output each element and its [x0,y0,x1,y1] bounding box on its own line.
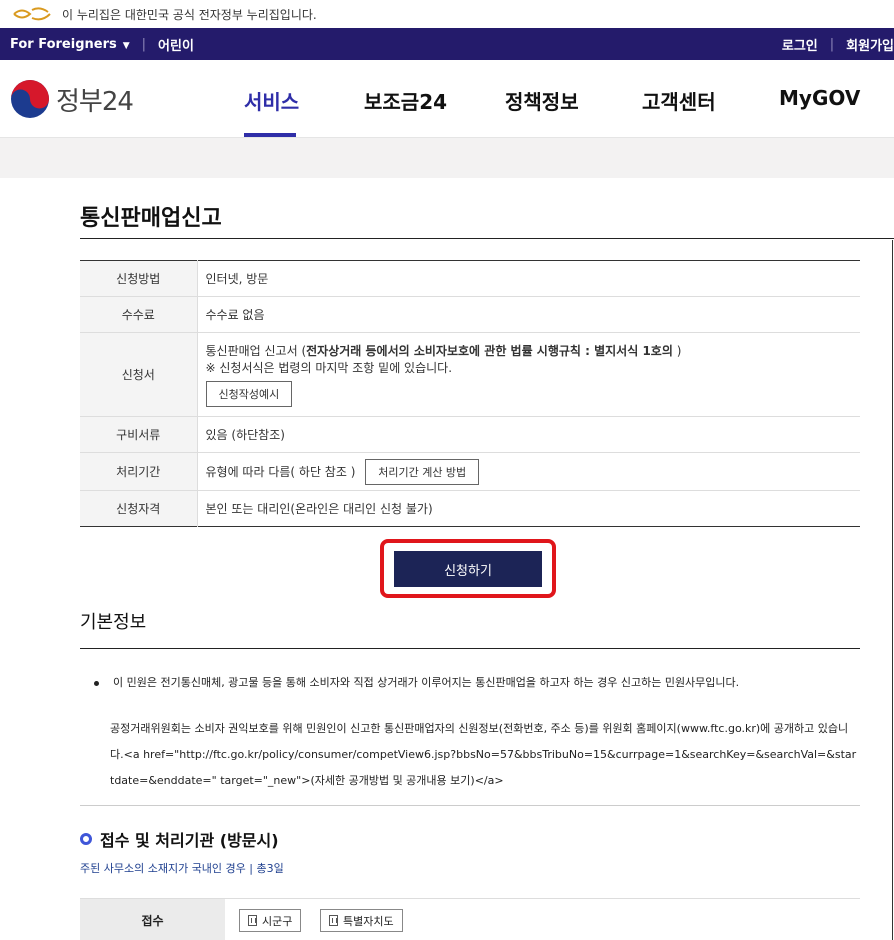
page-title: 통신판매업신고 [80,178,894,239]
table-row: 수수료 수수료 없음 [80,296,860,333]
table-row: 신청자격 본인 또는 대리인(온라인은 대리인 신청 불가) [80,490,860,527]
row-label: 신청서 [80,332,198,417]
row-label: 수수료 [80,296,198,333]
official-site-notice: 이 누리집은 대한민국 공식 전자정부 누리집입니다. [0,0,894,28]
kids-link[interactable]: 어린이 [158,35,194,54]
form-law-name: 전자상거래 등에서의 소비자보호에 관한 법률 시행규칙 : 별지서식 1호의 [306,343,673,358]
basic-info-paragraph: 공정거래위원회는 소비자 권익보호를 위해 민원인이 신고한 통신판매업자의 신… [110,722,857,787]
login-link[interactable]: 로그인 [782,35,818,54]
divider [80,805,860,806]
utility-bar: For Foreigners ▼ | 어린이 로그인 | 회원가입 [0,28,894,60]
row-label: 구비서류 [80,416,198,453]
for-foreigners-menu[interactable]: For Foreigners ▼ [10,37,130,52]
taegeuk-logo-icon [11,80,49,118]
apply-button[interactable]: 신청하기 [394,551,542,587]
nav-subsidy24[interactable]: 보조금24 [364,86,447,115]
basic-info-heading: 기본정보 [80,612,147,633]
breadcrumb-band [0,138,894,178]
form-note: ※ 신청서식은 법령의 마지막 조항 밑에 있습니다. [205,360,453,375]
e-government-logo-icon [13,7,51,21]
basic-info-bullet: 이 민원은 전기통신매체, 광고물 등을 통해 소비자와 직접 상거래가 이루어… [94,674,739,690]
main-header: 서비스 보조금24 정책정보 고객센터 MyGOV 정부24 [0,60,894,138]
divider [80,648,860,649]
main-content: 통신판매업신고 신청방법 인터넷, 방문 수수료 수수료 없음 신청서 통신판매… [80,178,894,940]
active-nav-underline [244,133,296,137]
table-row: 처리기간 유형에 따라 다름( 하단 참조 ) 처리기간 계산 방법 [80,452,860,491]
service-info-table: 신청방법 인터넷, 방문 수수료 수수료 없음 신청서 통신판매업 신고서 (전… [80,260,860,527]
notice-text: 이 누리집은 대한민국 공식 전자정부 누리집입니다. [62,7,317,22]
form-example-button[interactable]: 신청작성예시 [205,380,293,407]
apply-button-highlight: 신청하기 [380,539,556,598]
reception-sigungu-button[interactable]: 시군구 [239,909,302,932]
table-row: 구비서류 있음 (하단참조) [80,416,860,453]
office-heading: 접수 및 처리기관 (방문시) [80,827,279,851]
brand-name: 정부24 [56,86,134,117]
signup-link[interactable]: 회원가입 [846,35,894,54]
office-subtitle: 주된 사무소의 소재지가 국내인 경우 | 총3일 [80,862,284,875]
circle-bullet-icon [80,833,92,845]
reception-special-province-button[interactable]: 특별자치도 [320,909,403,932]
building-icon [329,915,338,926]
building-icon [248,915,257,926]
row-value: 있음 (하단참조) [197,416,860,453]
global-nav: 서비스 보조금24 정책정보 고객센터 MyGOV [0,60,894,138]
nav-mygov[interactable]: MyGOV [779,86,860,110]
reception-row: 접수 시군구 특별자치도 [80,898,860,940]
row-label: 신청자격 [80,490,198,527]
nav-policy-info[interactable]: 정책정보 [505,86,579,115]
nav-services[interactable]: 서비스 [244,86,299,115]
reception-label: 접수 [80,899,225,940]
bullet-icon [94,680,99,686]
row-value: 본인 또는 대리인(온라인은 대리인 신청 불가) [205,502,433,516]
content-right-border [892,240,893,940]
site-logo[interactable]: 정부24 [10,79,134,119]
row-value: 인터넷, 방문 [197,260,860,297]
table-row: 신청서 통신판매업 신고서 (전자상거래 등에서의 소비자보호에 관한 법률 시… [80,332,860,417]
row-label: 처리기간 [80,452,198,491]
processing-period-button[interactable]: 처리기간 계산 방법 [365,458,480,485]
row-value: 유형에 따라 다름( 하단 참조 ) [205,464,356,479]
caret-down-icon: ▼ [122,40,130,51]
row-value: 수수료 없음 [197,296,860,333]
table-row: 신청방법 인터넷, 방문 [80,260,860,297]
nav-customer-center[interactable]: 고객센터 [642,86,716,115]
row-label: 신청방법 [80,260,198,297]
